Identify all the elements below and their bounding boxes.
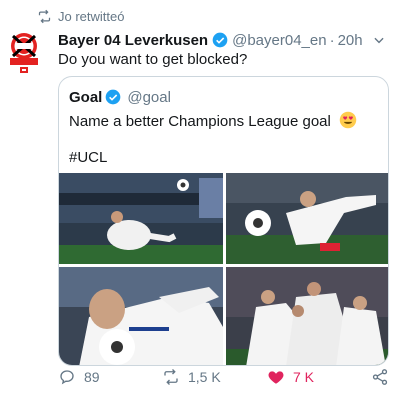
retweet-context: Jo retwitteó <box>37 8 124 24</box>
heart-eyes-emoji-icon <box>339 111 357 129</box>
reply-icon <box>60 370 74 385</box>
retweet-count: 1,5 K <box>188 369 221 385</box>
tweet-time[interactable]: 20h <box>338 32 363 49</box>
media-photo-2[interactable] <box>226 173 388 264</box>
quote-author-handle: @goal <box>127 88 171 106</box>
share-icon <box>372 369 388 385</box>
retweet-context-label: Jo retwitteó <box>58 8 125 24</box>
retweet-icon <box>38 9 51 23</box>
tweet-text: Do you want to get blocked? <box>58 51 248 68</box>
quote-text-body: Name a better Champions League goal <box>69 113 331 130</box>
like-count: 7 K <box>293 369 315 385</box>
media-photo-4[interactable] <box>226 267 388 365</box>
bayer-leverkusen-logo <box>10 33 38 73</box>
reply-count: 89 <box>84 369 100 385</box>
tweet-header: Bayer 04 Leverkusen @bayer04_en · 20h <box>58 30 400 50</box>
avatar[interactable] <box>6 32 42 74</box>
photo-team-celebration-icon <box>226 267 388 365</box>
photo-zidane-volley-wide-icon <box>59 173 223 264</box>
heart-filled-icon <box>268 371 284 384</box>
verified-badge-icon <box>212 32 228 48</box>
photo-zidane-face-ball-icon <box>59 267 223 365</box>
separator-dot: · <box>329 31 335 49</box>
chevron-down-icon[interactable] <box>372 33 386 47</box>
retweet-icon <box>164 369 178 385</box>
verified-badge-icon <box>106 89 121 105</box>
quote-hashtag[interactable]: #UCL <box>69 149 107 166</box>
media-photo-3[interactable] <box>59 267 223 365</box>
author-name[interactable]: Bayer 04 Leverkusen <box>58 32 208 49</box>
author-handle[interactable]: @bayer04_en <box>232 32 326 49</box>
like-button[interactable]: 7 K <box>267 366 314 388</box>
retweet-button[interactable]: 1,5 K <box>162 366 221 388</box>
quoted-tweet[interactable]: Goal @goal Name a better Champions Leagu… <box>58 76 389 366</box>
tweet-actions: 89 1,5 K 7 K <box>58 366 394 388</box>
share-button[interactable] <box>371 366 397 388</box>
photo-zidane-volley-close-icon <box>226 173 388 264</box>
quote-text: Name a better Champions League goal <box>69 111 357 130</box>
reply-button[interactable]: 89 <box>58 366 100 388</box>
media-photo-1[interactable] <box>59 173 223 264</box>
quote-header: Goal @goal <box>69 87 171 107</box>
media-grid <box>59 173 388 365</box>
quote-author-name: Goal <box>69 88 103 106</box>
